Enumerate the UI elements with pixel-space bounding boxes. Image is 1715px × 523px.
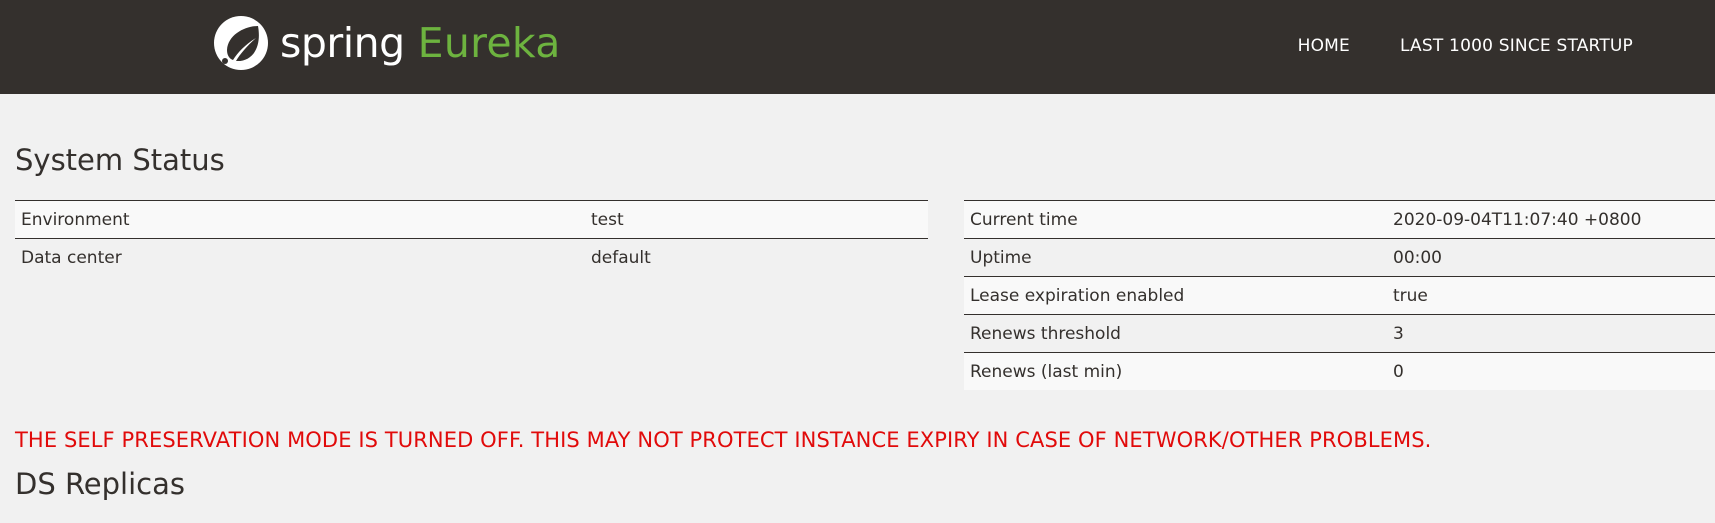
table-row: Renews (last min) 0 [964, 352, 1715, 390]
spring-leaf-icon [214, 16, 268, 70]
table-cell-value: true [1387, 276, 1715, 315]
table-cell-key: Renews threshold [964, 314, 1387, 353]
brand-logo[interactable]: spring Eureka [212, 12, 561, 74]
nav-link-last-1000[interactable]: LAST 1000 SINCE STARTUP [1400, 36, 1633, 56]
table-row: Environment test [15, 200, 928, 239]
system-status-heading: System Status [15, 143, 225, 177]
brand-spring-text: spring [280, 18, 405, 67]
table-row: Renews threshold 3 [964, 314, 1715, 353]
table-cell-key: Data center [15, 238, 585, 276]
self-preservation-warning: THE SELF PRESERVATION MODE IS TURNED OFF… [15, 428, 1432, 452]
navbar: spring Eureka HOME LAST 1000 SINCE START… [0, 0, 1715, 94]
table-row: Uptime 00:00 [964, 238, 1715, 277]
system-status-left-table: Environment test Data center default [15, 200, 928, 276]
table-cell-key: Lease expiration enabled [964, 276, 1387, 315]
ds-replicas-heading: DS Replicas [15, 467, 185, 501]
table-cell-value: 2020-09-04T11:07:40 +0800 [1387, 200, 1715, 239]
system-status-right-table: Current time 2020-09-04T11:07:40 +0800 U… [964, 200, 1715, 390]
nav-link-home[interactable]: HOME [1298, 36, 1350, 56]
table-cell-key: Renews (last min) [964, 352, 1387, 390]
table-cell-value: test [585, 200, 928, 239]
table-cell-value: 00:00 [1387, 238, 1715, 277]
table-cell-key: Environment [15, 200, 585, 239]
table-row: Lease expiration enabled true [964, 276, 1715, 315]
table-cell-value: 0 [1387, 352, 1715, 390]
table-row: Data center default [15, 238, 928, 276]
table-cell-key: Current time [964, 200, 1387, 239]
brand-eureka-text: Eureka [417, 18, 561, 67]
table-cell-value: 3 [1387, 314, 1715, 353]
table-cell-key: Uptime [964, 238, 1387, 277]
nav-links: HOME LAST 1000 SINCE STARTUP [1248, 36, 1633, 56]
table-row: Current time 2020-09-04T11:07:40 +0800 [964, 200, 1715, 239]
table-cell-value: default [585, 238, 928, 276]
